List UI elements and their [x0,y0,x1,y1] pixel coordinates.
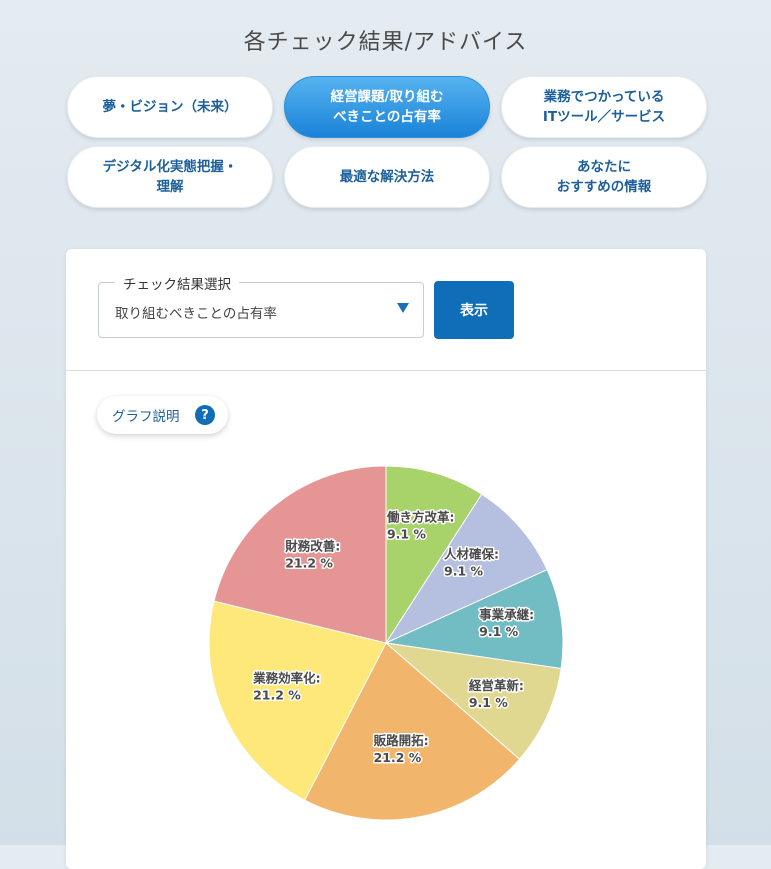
pie-slice-value: 9.1 % [444,563,483,578]
pie-slice-category: 事業承継: [479,607,534,622]
pie-slice-value: 9.1 % [479,624,518,639]
pie-slice-value: 21.2 % [374,750,422,765]
tab-recommended-info[interactable]: あなたに おすすめの情報 [501,146,707,208]
result-tabs: 夢・ビジョン（未来） 経営課題/取り組む べきことの占有率 業務でつかっている … [67,76,707,208]
pie-slice-category: 財務改善: [284,539,340,554]
pie-chart: 働き方改革: 9.1 % 人材確保: 9.1 % 事業承継: 9.1 % 経営革新: 9.1 … [208,465,564,821]
tab-management-issues[interactable]: 経営課題/取り組む べきことの占有率 [284,76,490,138]
pie-slice-category: 人材確保: [444,546,499,561]
pie-slice-category: 販路開拓: [374,733,429,748]
pie-slice-value: 21.2 % [285,556,333,571]
tab-it-tools[interactable]: 業務でつかっている ITツール／サービス [501,76,707,138]
tab-vision[interactable]: 夢・ビジョン（未来） [67,76,273,138]
page-title: 各チェック結果/アドバイス [243,30,528,55]
pie-slice-category: 働き方改革: [386,510,455,525]
pie-slice-category: 業務効率化: [252,670,321,685]
tab-best-solution[interactable]: 最適な解決方法 [284,146,490,208]
pie-slice-value: 21.2 % [253,687,301,702]
pie-slice-value: 9.1 % [387,527,426,542]
pie-slice-category: 経営革新: [469,678,524,693]
pie-slice-value: 9.1 % [469,695,508,710]
result-card: チェック結果選択 取り組むべきことの占有率 表示 グラフ説明 ? 働き方改革: 9… [66,249,706,869]
tab-digitalization[interactable]: デジタル化実態把握・ 理解 [67,146,273,208]
